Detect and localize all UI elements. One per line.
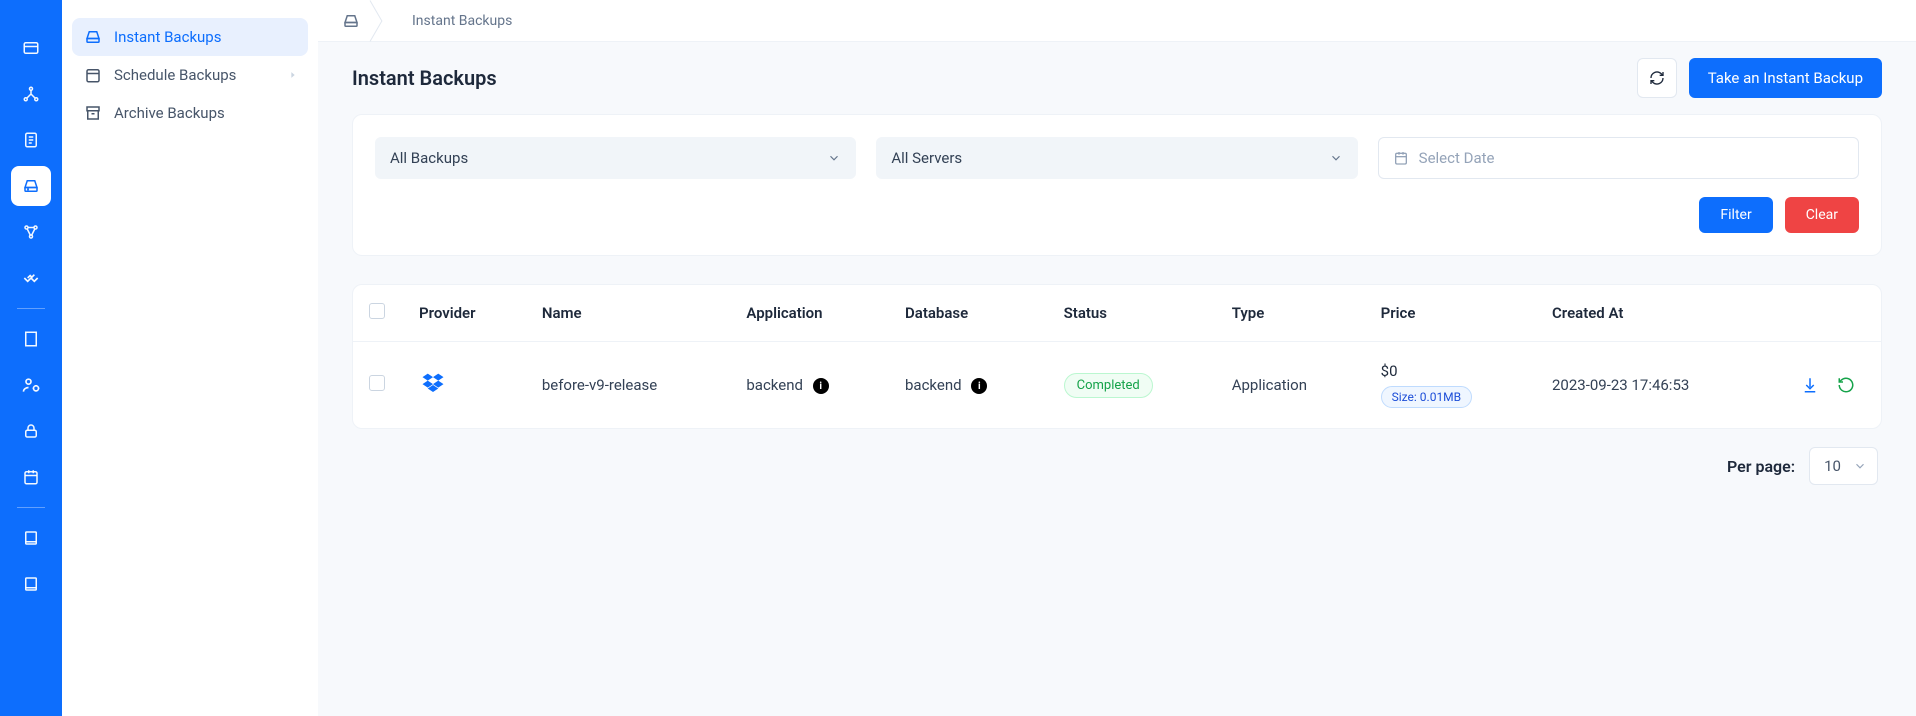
breadcrumb-current: Instant Backups <box>412 13 512 29</box>
archive-icon <box>84 104 102 122</box>
col-type: Type <box>1216 285 1365 342</box>
rail-item-calendar[interactable] <box>11 457 51 497</box>
nodes-icon <box>22 85 40 103</box>
chevron-down-icon <box>1853 459 1867 473</box>
cell-name: before-v9-release <box>526 342 731 429</box>
per-page-select[interactable]: 10 <box>1809 447 1878 485</box>
clear-button[interactable]: Clear <box>1785 197 1859 233</box>
col-created-at: Created At <box>1536 285 1771 342</box>
cell-type: Application <box>1216 342 1365 429</box>
rail-item-network[interactable] <box>11 212 51 252</box>
drive-icon <box>84 28 102 46</box>
dropbox-icon <box>419 371 447 399</box>
col-price: Price <box>1365 285 1536 342</box>
book-icon <box>22 575 40 593</box>
backups-filter-select[interactable]: All Backups <box>375 137 856 179</box>
per-page-label: Per page: <box>1727 457 1795 476</box>
info-icon[interactable]: i <box>813 378 829 394</box>
sidebar-item-label: Schedule Backups <box>114 66 236 84</box>
col-provider: Provider <box>403 285 526 342</box>
sidebar-item-label: Instant Backups <box>114 28 221 46</box>
row-checkbox[interactable] <box>369 375 385 391</box>
filter-button[interactable]: Filter <box>1699 197 1772 233</box>
col-application: Application <box>730 285 889 342</box>
chevron-down-icon <box>827 151 841 165</box>
rail-item-cluster[interactable] <box>11 74 51 114</box>
rail-item-building[interactable] <box>11 319 51 359</box>
status-badge: Completed <box>1064 373 1153 398</box>
rail-item-backups[interactable] <box>11 166 51 206</box>
size-badge: Size: 0.01MB <box>1381 386 1473 408</box>
col-database: Database <box>889 285 1048 342</box>
date-filter-input[interactable]: Select Date <box>1378 137 1859 179</box>
select-value: All Backups <box>390 149 468 167</box>
breadcrumb-home[interactable] <box>332 2 370 40</box>
select-all-checkbox[interactable] <box>369 303 385 319</box>
book-icon <box>22 529 40 547</box>
network-icon <box>22 223 40 241</box>
cell-database: backend <box>905 376 962 394</box>
rail-item-team[interactable] <box>11 365 51 405</box>
sidebar-item-archive-backups[interactable]: Archive Backups <box>72 94 308 132</box>
page-title: Instant Backups <box>352 66 497 90</box>
pagination: Per page: 10 <box>352 429 1882 485</box>
rail-separator <box>17 507 45 508</box>
select-value: All Servers <box>891 149 962 167</box>
rail-item-handshake[interactable] <box>11 258 51 298</box>
rail-separator <box>17 308 45 309</box>
main-content: Instant Backups Instant Backups Take an … <box>318 0 1916 716</box>
drive-icon <box>22 177 40 195</box>
take-instant-backup-button[interactable]: Take an Instant Backup <box>1689 58 1882 98</box>
per-page-value: 10 <box>1824 457 1841 475</box>
cell-price: $0 <box>1381 362 1520 380</box>
document-icon <box>22 131 40 149</box>
rail-item-security[interactable] <box>11 411 51 451</box>
building-icon <box>22 330 40 348</box>
calendar-icon <box>84 66 102 84</box>
rail-item-book1[interactable] <box>11 518 51 558</box>
filter-card: All Backups All Servers <box>352 114 1882 256</box>
rail-item-book2[interactable] <box>11 564 51 604</box>
calendar-icon <box>1393 150 1409 166</box>
users-gear-icon <box>21 375 41 395</box>
caret-right-icon <box>288 70 298 80</box>
calendar-icon <box>22 468 40 486</box>
drive-icon <box>342 12 360 30</box>
download-icon <box>1801 376 1819 394</box>
rail-item-dashboard[interactable] <box>11 28 51 68</box>
sidebar-item-schedule-backups[interactable]: Schedule Backups <box>72 56 308 94</box>
card-icon <box>22 39 40 57</box>
rail-item-document[interactable] <box>11 120 51 160</box>
cell-created-at: 2023-09-23 17:46:53 <box>1536 342 1771 429</box>
primary-nav-rail <box>0 0 62 716</box>
download-button[interactable] <box>1801 376 1819 394</box>
backups-table: Provider Name Application Database Statu… <box>352 284 1882 429</box>
sidebar-item-instant-backups[interactable]: Instant Backups <box>72 18 308 56</box>
refresh-button[interactable] <box>1637 58 1677 98</box>
breadcrumb-separator <box>370 0 394 42</box>
lock-icon <box>22 422 40 440</box>
secondary-nav: Instant Backups Schedule Backups Archive… <box>62 0 318 716</box>
restore-button[interactable] <box>1837 376 1855 394</box>
servers-filter-select[interactable]: All Servers <box>876 137 1357 179</box>
table-row: before-v9-release backend i backend i Co… <box>353 342 1881 429</box>
breadcrumb: Instant Backups <box>318 0 1916 42</box>
info-icon[interactable]: i <box>971 378 987 394</box>
handshake-icon <box>21 268 41 288</box>
refresh-icon <box>1649 70 1665 86</box>
col-status: Status <box>1048 285 1216 342</box>
refresh-icon <box>1837 376 1855 394</box>
date-placeholder: Select Date <box>1419 149 1495 167</box>
cell-application: backend <box>746 376 803 394</box>
sidebar-item-label: Archive Backups <box>114 104 225 122</box>
col-name: Name <box>526 285 731 342</box>
chevron-down-icon <box>1329 151 1343 165</box>
